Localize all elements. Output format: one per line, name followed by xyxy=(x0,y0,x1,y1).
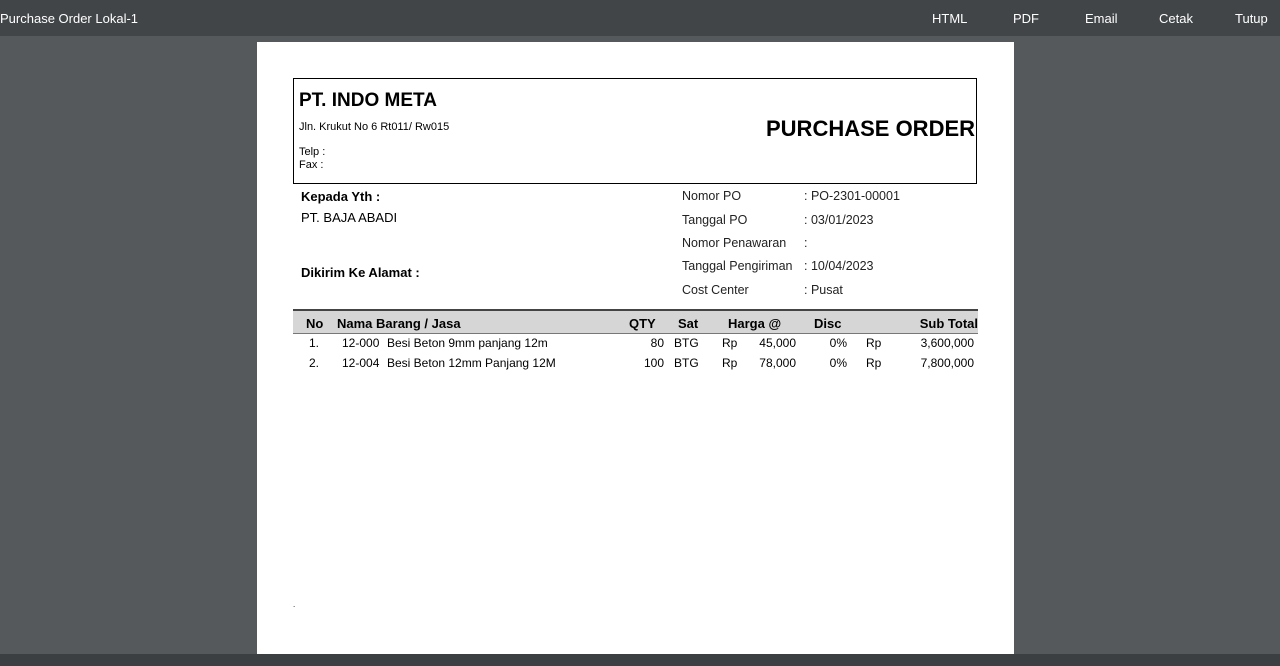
row-no: 2. xyxy=(309,356,320,370)
row-qty: 80 xyxy=(650,336,664,350)
row-unit: BTG xyxy=(674,336,699,350)
row-currency: Rp xyxy=(722,336,738,350)
row-name: Besi Beton 12mm Panjang 12M xyxy=(387,356,556,370)
company-telp: Telp : xyxy=(299,146,326,158)
footer-mark: . xyxy=(293,600,296,609)
cost-center-label: Cost Center xyxy=(682,283,749,297)
quotation-number-value: : xyxy=(804,236,808,250)
col-header-no: No xyxy=(306,316,324,331)
po-number-value: : PO-2301-00001 xyxy=(804,189,900,203)
row-price: 78,000 xyxy=(759,356,796,370)
pdf-button[interactable]: PDF xyxy=(1013,11,1039,26)
col-header-name: Nama Barang / Jasa xyxy=(337,316,461,331)
html-button[interactable]: HTML xyxy=(932,11,967,26)
ship-to-label: Dikirim Ke Alamat : xyxy=(301,265,420,280)
items-table-header: No Nama Barang / Jasa QTY Sat Harga @ Di… xyxy=(293,309,978,334)
row-subtotal: 7,800,000 xyxy=(920,356,974,370)
company-name: PT. INDO META xyxy=(299,90,437,111)
viewer-bottom-edge xyxy=(0,654,1280,666)
window-title: Purchase Order Lokal-1 xyxy=(0,11,139,26)
table-row: 2. 12-004 Besi Beton 12mm Panjang 12M 10… xyxy=(293,356,978,374)
row-name: Besi Beton 9mm panjang 12m xyxy=(387,336,548,350)
document-title: PURCHASE ORDER xyxy=(766,116,976,141)
print-button[interactable]: Cetak xyxy=(1159,11,1193,26)
col-header-unit: Sat xyxy=(678,316,699,331)
top-toolbar: Purchase Order Lokal-1 HTML PDF Email Ce… xyxy=(0,0,1280,36)
recipient-label: Kepada Yth : xyxy=(301,189,381,204)
po-date-value: : 03/01/2023 xyxy=(804,213,874,227)
row-disc: 0% xyxy=(829,356,847,370)
col-header-qty: QTY xyxy=(629,316,656,331)
po-date-label: Tanggal PO xyxy=(682,213,748,227)
col-header-price: Harga @ xyxy=(728,316,782,331)
company-address: Jln. Krukut No 6 Rt011/ Rw015 xyxy=(299,121,450,133)
row-subtotal: 3,600,000 xyxy=(920,336,974,350)
row-currency-subtotal: Rp xyxy=(866,356,882,370)
col-header-subtotal: Sub Total xyxy=(919,316,978,331)
row-unit: BTG xyxy=(674,356,699,370)
col-header-disc: Disc xyxy=(814,316,842,331)
row-currency-subtotal: Rp xyxy=(866,336,882,350)
row-no: 1. xyxy=(309,336,320,350)
email-button[interactable]: Email xyxy=(1085,11,1118,26)
cost-center-value: : Pusat xyxy=(804,283,843,297)
close-button[interactable]: Tutup xyxy=(1235,11,1268,26)
delivery-date-label: Tanggal Pengiriman xyxy=(682,259,793,273)
purchase-order-page: PT. INDO META Jln. Krukut No 6 Rt011/ Rw… xyxy=(257,42,1014,654)
delivery-date-value: : 10/04/2023 xyxy=(804,259,874,273)
row-code: 12-000 xyxy=(342,336,380,350)
table-row: 1. 12-000 Besi Beton 9mm panjang 12m 80 … xyxy=(293,336,978,354)
row-disc: 0% xyxy=(829,336,847,350)
recipient-name: PT. BAJA ABADI xyxy=(301,210,398,225)
row-price: 45,000 xyxy=(759,336,796,350)
row-currency: Rp xyxy=(722,356,738,370)
quotation-number-label: Nomor Penawaran xyxy=(682,236,787,250)
row-code: 12-004 xyxy=(342,356,380,370)
po-number-label: Nomor PO xyxy=(682,189,742,203)
company-fax: Fax : xyxy=(299,159,324,171)
row-qty: 100 xyxy=(643,356,664,370)
